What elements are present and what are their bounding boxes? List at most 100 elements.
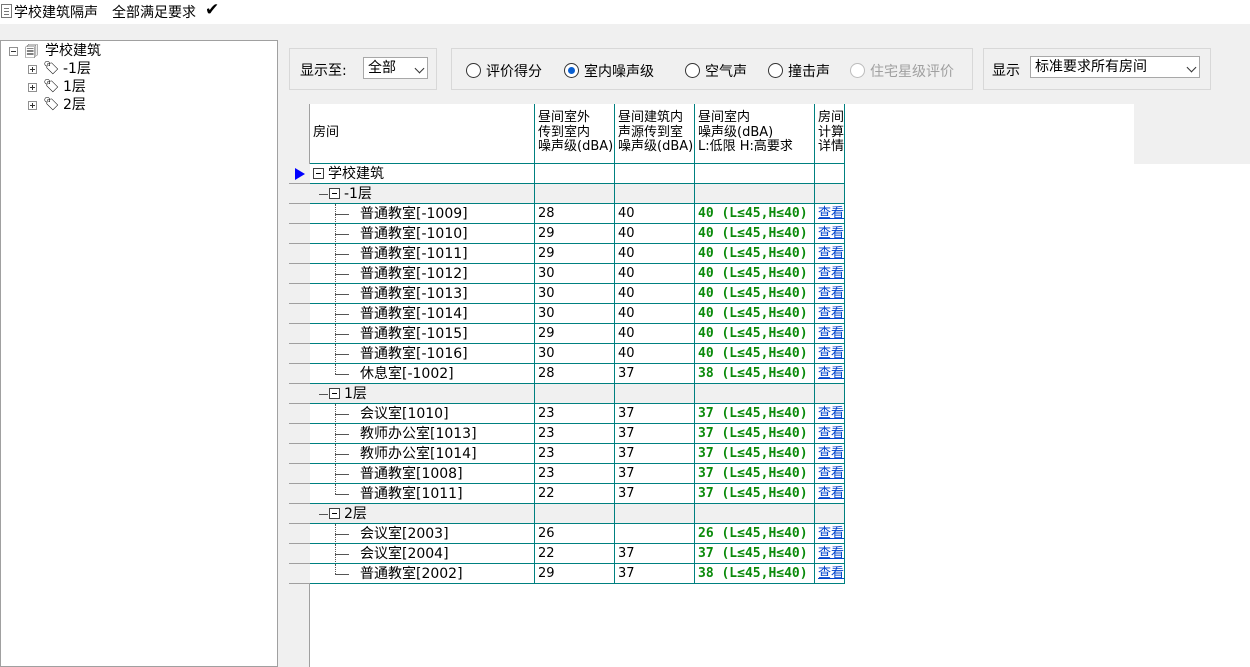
- col-header-indoor-noise-level[interactable]: 昼间室内 噪声级(dBA) L:低限 H:高要求: [695, 104, 815, 164]
- col-header-details[interactable]: 房间 计算 详情: [815, 104, 845, 164]
- view-details-link[interactable]: 查看: [818, 446, 844, 461]
- floor-group-row[interactable]: 1层: [289, 384, 845, 404]
- cell-details-link[interactable]: 查看: [815, 484, 845, 504]
- cell-details-link[interactable]: 查看: [815, 564, 845, 584]
- view-details-link[interactable]: 查看: [818, 286, 844, 301]
- tree-node-floor[interactable]: 2层: [63, 96, 86, 114]
- view-details-link[interactable]: 查看: [818, 266, 844, 281]
- cell-details-link[interactable]: 查看: [815, 424, 845, 444]
- collapse-icon[interactable]: [329, 388, 340, 399]
- results-grid[interactable]: 房间 昼间室外 传到室内 噪声级(dBA) 昼间建筑内 声源传到室 噪声级(dB…: [289, 104, 1250, 667]
- cell-details-link[interactable]: 查看: [815, 524, 845, 544]
- radio-star-rating[interactable]: [850, 63, 865, 78]
- view-details-link[interactable]: 查看: [818, 566, 844, 581]
- view-details-link[interactable]: 查看: [818, 426, 844, 441]
- floor-group-row[interactable]: 2层: [289, 504, 845, 524]
- row-selector[interactable]: [289, 344, 310, 364]
- show-to-select[interactable]: 全部: [363, 57, 428, 79]
- radio-score[interactable]: [466, 63, 481, 78]
- view-details-link[interactable]: 查看: [818, 346, 844, 361]
- row-selector[interactable]: [289, 364, 310, 384]
- row-selector[interactable]: [289, 484, 310, 504]
- table-row[interactable]: 普通教室[-1011] 29 40 40 (L≤45,H≤40) 查看: [289, 244, 845, 264]
- collapse-icon[interactable]: [329, 188, 340, 199]
- row-selector[interactable]: [289, 324, 310, 344]
- view-details-link[interactable]: 查看: [818, 326, 844, 341]
- row-selector[interactable]: [289, 164, 310, 184]
- view-details-link[interactable]: 查看: [818, 406, 844, 421]
- cell-details-link[interactable]: 查看: [815, 284, 845, 304]
- row-selector[interactable]: [289, 384, 310, 404]
- view-details-link[interactable]: 查看: [818, 466, 844, 481]
- col-header-outdoor-noise[interactable]: 昼间室外 传到室内 噪声级(dBA): [535, 104, 615, 164]
- collapse-icon[interactable]: [9, 47, 18, 56]
- table-row[interactable]: 教师办公室[1013] 23 37 37 (L≤45,H≤40) 查看: [289, 424, 845, 444]
- collapse-icon[interactable]: [313, 168, 324, 179]
- cell-details-link[interactable]: 查看: [815, 364, 845, 384]
- table-row[interactable]: 普通教室[-1012] 30 40 40 (L≤45,H≤40) 查看: [289, 264, 845, 284]
- view-details-link[interactable]: 查看: [818, 246, 844, 261]
- table-row[interactable]: 普通教室[-1010] 29 40 40 (L≤45,H≤40) 查看: [289, 224, 845, 244]
- view-details-link[interactable]: 查看: [818, 226, 844, 241]
- row-selector[interactable]: [289, 404, 310, 424]
- floor-group-row[interactable]: -1层: [289, 184, 845, 204]
- expand-icon[interactable]: [28, 101, 37, 110]
- radio-indoor-noise[interactable]: [564, 63, 579, 78]
- col-header-indoor-source-noise[interactable]: 昼间建筑内 声源传到室 噪声级(dBA): [615, 104, 695, 164]
- cell-details-link[interactable]: 查看: [815, 304, 845, 324]
- expand-icon[interactable]: [28, 65, 37, 74]
- tree-node-root[interactable]: 学校建筑: [45, 42, 101, 60]
- tree-node-floor[interactable]: -1层: [63, 60, 91, 78]
- building-tree[interactable]: 🗐 学校建筑 🏷 -1层 🏷 1层 🏷 2层: [0, 40, 278, 667]
- table-row[interactable]: 教师办公室[1014] 23 37 37 (L≤45,H≤40) 查看: [289, 444, 845, 464]
- col-header-room[interactable]: 房间: [310, 104, 535, 164]
- root-row[interactable]: 学校建筑: [289, 164, 845, 184]
- row-selector[interactable]: [289, 204, 310, 224]
- row-selector[interactable]: [289, 224, 310, 244]
- row-selector[interactable]: [289, 264, 310, 284]
- table-row[interactable]: 普通教室[-1014] 30 40 40 (L≤45,H≤40) 查看: [289, 304, 845, 324]
- table-row[interactable]: 会议室[2004] 22 37 37 (L≤45,H≤40) 查看: [289, 544, 845, 564]
- row-selector[interactable]: [289, 464, 310, 484]
- row-selector[interactable]: [289, 524, 310, 544]
- table-row[interactable]: 会议室[2003] 26 26 (L≤45,H≤40) 查看: [289, 524, 845, 544]
- view-details-link[interactable]: 查看: [818, 526, 844, 541]
- row-selector[interactable]: [289, 304, 310, 324]
- table-row[interactable]: 普通教室[2002] 29 37 38 (L≤45,H≤40) 查看: [289, 564, 845, 584]
- table-row[interactable]: 休息室[-1002] 28 37 38 (L≤45,H≤40) 查看: [289, 364, 845, 384]
- expand-icon[interactable]: [28, 83, 37, 92]
- view-details-link[interactable]: 查看: [818, 366, 844, 381]
- table-row[interactable]: 普通教室[1008] 23 37 37 (L≤45,H≤40) 查看: [289, 464, 845, 484]
- view-details-link[interactable]: 查看: [818, 486, 844, 501]
- cell-details-link[interactable]: 查看: [815, 324, 845, 344]
- row-selector[interactable]: [289, 424, 310, 444]
- cell-details-link[interactable]: 查看: [815, 464, 845, 484]
- cell-details-link[interactable]: 查看: [815, 224, 845, 244]
- cell-details-link[interactable]: 查看: [815, 404, 845, 424]
- cell-details-link[interactable]: 查看: [815, 344, 845, 364]
- row-selector[interactable]: [289, 544, 310, 564]
- display-select[interactable]: 标准要求所有房间: [1030, 56, 1200, 78]
- tree-node-floor[interactable]: 1层: [63, 78, 86, 96]
- cell-details-link[interactable]: 查看: [815, 444, 845, 464]
- row-selector[interactable]: [289, 504, 310, 524]
- cell-details-link[interactable]: 查看: [815, 544, 845, 564]
- row-selector[interactable]: [289, 244, 310, 264]
- radio-impact[interactable]: [768, 63, 783, 78]
- table-row[interactable]: 普通教室[-1016] 30 40 40 (L≤45,H≤40) 查看: [289, 344, 845, 364]
- view-details-link[interactable]: 查看: [818, 546, 844, 561]
- row-selector[interactable]: [289, 184, 310, 204]
- row-selector[interactable]: [289, 564, 310, 584]
- table-row[interactable]: 普通教室[1011] 22 37 37 (L≤45,H≤40) 查看: [289, 484, 845, 504]
- row-selector[interactable]: [289, 444, 310, 464]
- view-details-link[interactable]: 查看: [818, 206, 844, 221]
- cell-details-link[interactable]: 查看: [815, 244, 845, 264]
- table-row[interactable]: 普通教室[-1009] 28 40 40 (L≤45,H≤40) 查看: [289, 204, 845, 224]
- table-row[interactable]: 普通教室[-1015] 29 40 40 (L≤45,H≤40) 查看: [289, 324, 845, 344]
- view-details-link[interactable]: 查看: [818, 306, 844, 321]
- collapse-icon[interactable]: [329, 508, 340, 519]
- radio-airborne[interactable]: [685, 63, 700, 78]
- row-selector[interactable]: [289, 284, 310, 304]
- table-row[interactable]: 会议室[1010] 23 37 37 (L≤45,H≤40) 查看: [289, 404, 845, 424]
- cell-details-link[interactable]: 查看: [815, 264, 845, 284]
